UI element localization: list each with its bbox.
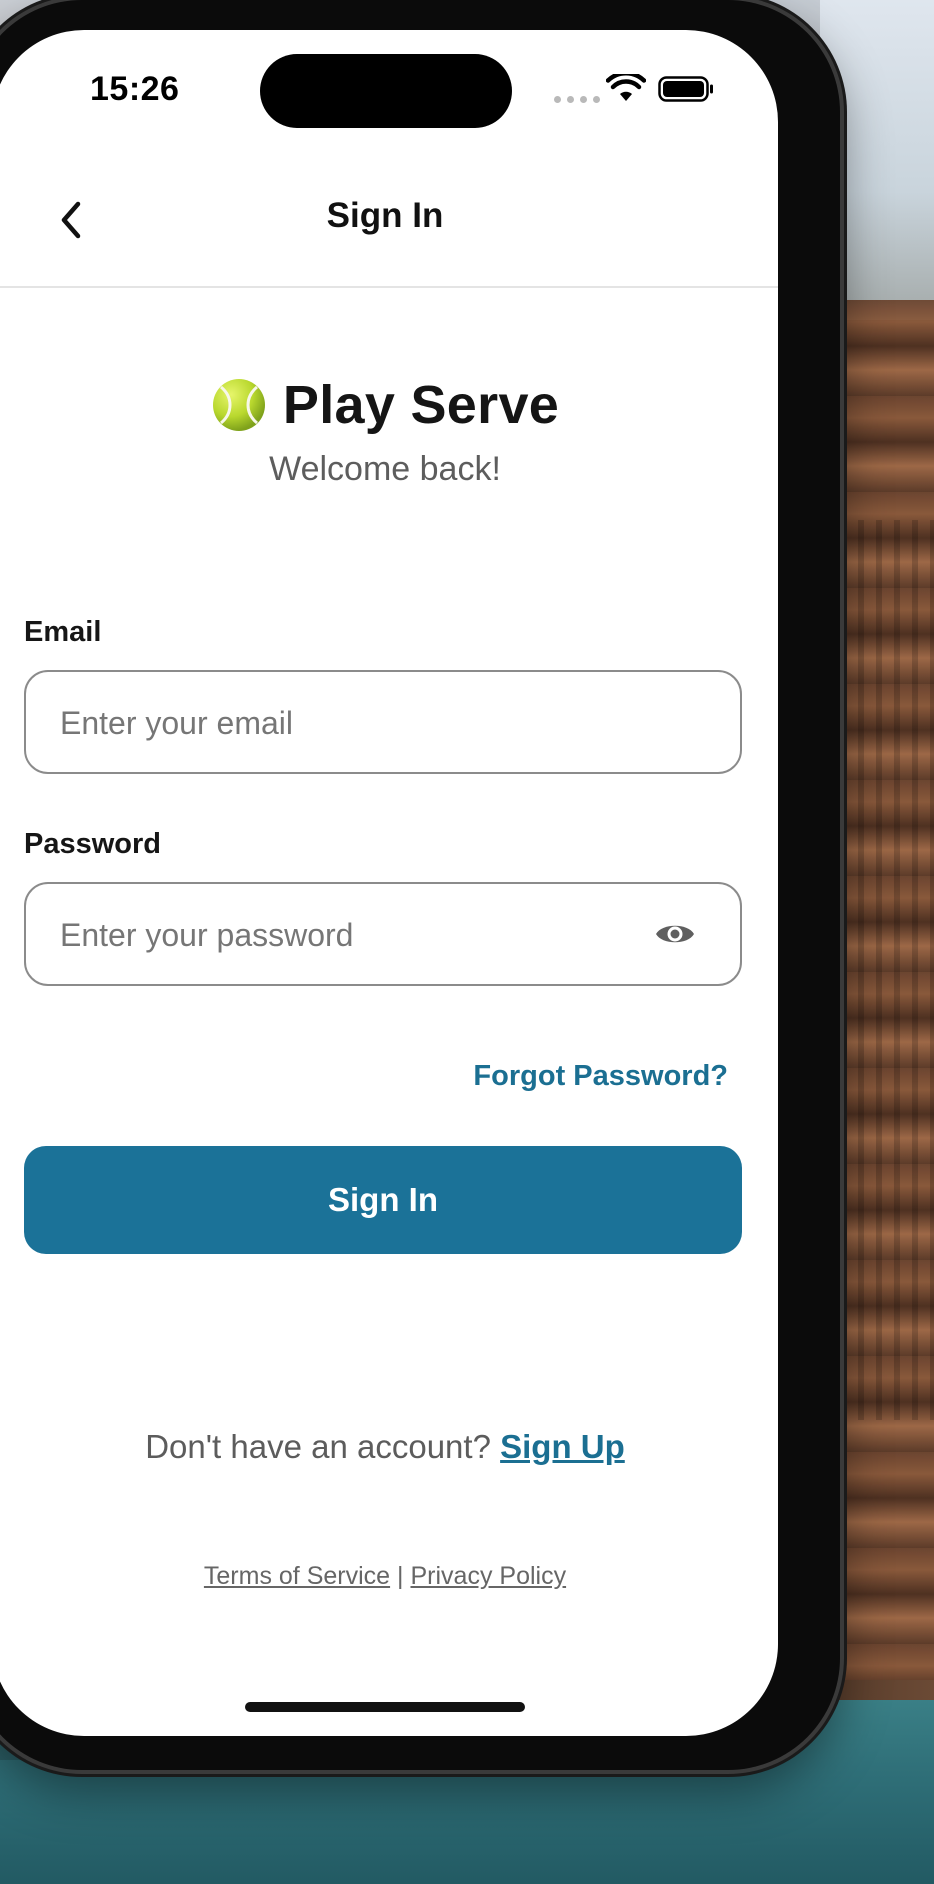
- phone-frame: 15:26 Sign In Play Serve Welcome back! E…: [0, 0, 840, 1770]
- tennis-ball-icon: [212, 379, 265, 431]
- email-field[interactable]: [58, 672, 622, 774]
- signup-prompt-text: Don't have an account?: [145, 1428, 491, 1465]
- dynamic-island: [260, 54, 512, 128]
- nav-divider: [0, 286, 778, 288]
- signup-prompt-row: Don't have an account? Sign Up: [0, 1428, 778, 1466]
- sign-up-link[interactable]: Sign Up: [500, 1428, 625, 1465]
- email-label: Email: [24, 616, 102, 648]
- page-title: Sign In: [326, 196, 444, 235]
- password-field[interactable]: [58, 884, 622, 986]
- password-label: Password: [24, 828, 161, 860]
- privacy-policy-link[interactable]: Privacy Policy: [410, 1562, 566, 1590]
- sign-in-button[interactable]: Sign In: [24, 1146, 742, 1254]
- background-canyon-texture: [840, 520, 934, 1420]
- phone-screen: 15:26 Sign In Play Serve Welcome back! E…: [0, 30, 778, 1736]
- legal-separator: |: [397, 1562, 404, 1590]
- home-indicator: [245, 1702, 525, 1712]
- password-field-container: [24, 882, 742, 986]
- app-name: Play Serve: [282, 375, 560, 435]
- eye-icon[interactable]: [654, 918, 696, 950]
- welcome-subtitle: Welcome back!: [269, 450, 501, 488]
- brand-header: Play Serve: [0, 374, 778, 436]
- cellular-signal-icon: [554, 96, 600, 103]
- status-time: 15:26: [90, 70, 180, 108]
- terms-of-service-link[interactable]: Terms of Service: [204, 1562, 390, 1590]
- email-field-container: [24, 670, 742, 774]
- wifi-icon: [606, 74, 646, 101]
- legal-links: Terms of Service | Privacy Policy: [0, 1562, 778, 1591]
- battery-icon: [658, 76, 713, 102]
- forgot-password-link[interactable]: Forgot Password?: [473, 1060, 728, 1093]
